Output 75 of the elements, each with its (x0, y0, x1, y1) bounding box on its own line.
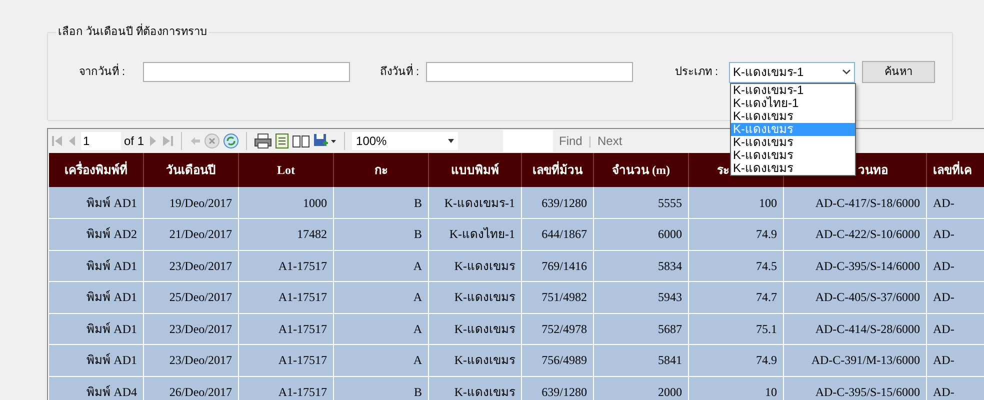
table-cell: K-แดงเขมร (428, 344, 522, 376)
table-cell: 19/Deo/2017 (144, 187, 238, 218)
table-cell: พิมพ์ AD1 (48, 282, 144, 313)
table-cell: K-แดงเขมร (428, 282, 522, 313)
table-cell: พิมพ์ AD1 (48, 187, 144, 218)
table-cell: A (334, 344, 428, 376)
to-date-label: ถึงวันที่ : (380, 64, 420, 80)
table-cell: 769/1416 (522, 250, 594, 282)
table-cell: 10 (688, 376, 784, 400)
table-cell: K-แดงเขมร (428, 313, 522, 344)
table-cell: K-แดงเขมร-1 (428, 187, 522, 218)
table-cell: A (334, 282, 428, 313)
table-cell: 639/1280 (522, 376, 594, 400)
table-cell: 644/1867 (522, 218, 594, 250)
table-cell: 2000 (594, 376, 688, 400)
table-cell: 5841 (594, 344, 688, 376)
table-cell: AD- (926, 250, 984, 282)
type-label: ประเภท : (675, 64, 720, 80)
table-cell: 5687 (594, 313, 688, 344)
table-cell: 752/4978 (522, 313, 594, 344)
table-cell: 26/Deo/2017 (144, 376, 238, 400)
table-cell: A1-17517 (238, 250, 334, 282)
table-cell: 756/4989 (522, 344, 594, 376)
table-cell: AD- (926, 187, 984, 218)
table-cell: AD-C-405/S-37/6000 (784, 282, 926, 313)
table-cell: AD- (926, 282, 984, 313)
table-cell: B (334, 376, 428, 400)
table-cell: AD- (926, 344, 984, 376)
table-cell: 74.5 (688, 250, 784, 282)
table-cell: 17482 (238, 218, 334, 250)
table-cell: A (334, 250, 428, 282)
table-cell: พิมพ์ AD1 (48, 313, 144, 344)
table-cell: 751/4982 (522, 282, 594, 313)
table-cell: 23/Deo/2017 (144, 344, 238, 376)
table-cell: AD-C-422/S-10/6000 (784, 218, 926, 250)
table-cell: 74.9 (688, 218, 784, 250)
table-cell: AD-C-391/M-13/6000 (784, 344, 926, 376)
table-cell: พิมพ์ AD4 (48, 376, 144, 400)
table-cell: K-แดงเขมร (428, 376, 522, 400)
table-cell: 23/Deo/2017 (144, 313, 238, 344)
separator-text: | (588, 133, 592, 150)
table-cell: AD-C-395/S-15/6000 (784, 376, 926, 400)
table-cell: พิมพ์ AD2 (48, 218, 144, 250)
table-cell: AD-C-417/S-18/6000 (784, 187, 926, 218)
table-cell: A1-17517 (238, 313, 334, 344)
table-cell: 74.9 (688, 344, 784, 376)
table-cell: AD-C-395/S-14/6000 (784, 250, 926, 282)
table-cell: K-แดงเขมร (428, 250, 522, 282)
page-count: of 1 (124, 133, 144, 150)
table-cell: 5834 (594, 250, 688, 282)
table-cell: A1-17517 (238, 282, 334, 313)
table-cell: A1-17517 (238, 376, 334, 400)
table-cell: 75.1 (688, 313, 784, 344)
table-cell: 639/1280 (522, 187, 594, 218)
table-cell: A1-17517 (238, 344, 334, 376)
table-cell: 1000 (238, 187, 334, 218)
table-cell: พิมพ์ AD1 (48, 344, 144, 376)
table-cell: 100 (688, 187, 784, 218)
table-cell: 25/Deo/2017 (144, 282, 238, 313)
table-cell: AD- (926, 313, 984, 344)
from-date-label: จากวันที่ : (79, 64, 126, 80)
table-cell: A (334, 313, 428, 344)
table-cell: พิมพ์ AD1 (48, 250, 144, 282)
table-cell: AD- (926, 376, 984, 400)
table-cell: 5555 (594, 187, 688, 218)
table-cell: AD- (926, 218, 984, 250)
table-cell: 23/Deo/2017 (144, 250, 238, 282)
table-cell: B (334, 187, 428, 218)
table-cell: 5943 (594, 282, 688, 313)
table-cell: B (334, 218, 428, 250)
table-cell: AD-C-414/S-28/6000 (784, 313, 926, 344)
table-cell: 74.7 (688, 282, 784, 313)
table-cell: 21/Deo/2017 (144, 218, 238, 250)
table-cell: 6000 (594, 218, 688, 250)
table-cell: K-แดงไทย-1 (428, 218, 522, 250)
